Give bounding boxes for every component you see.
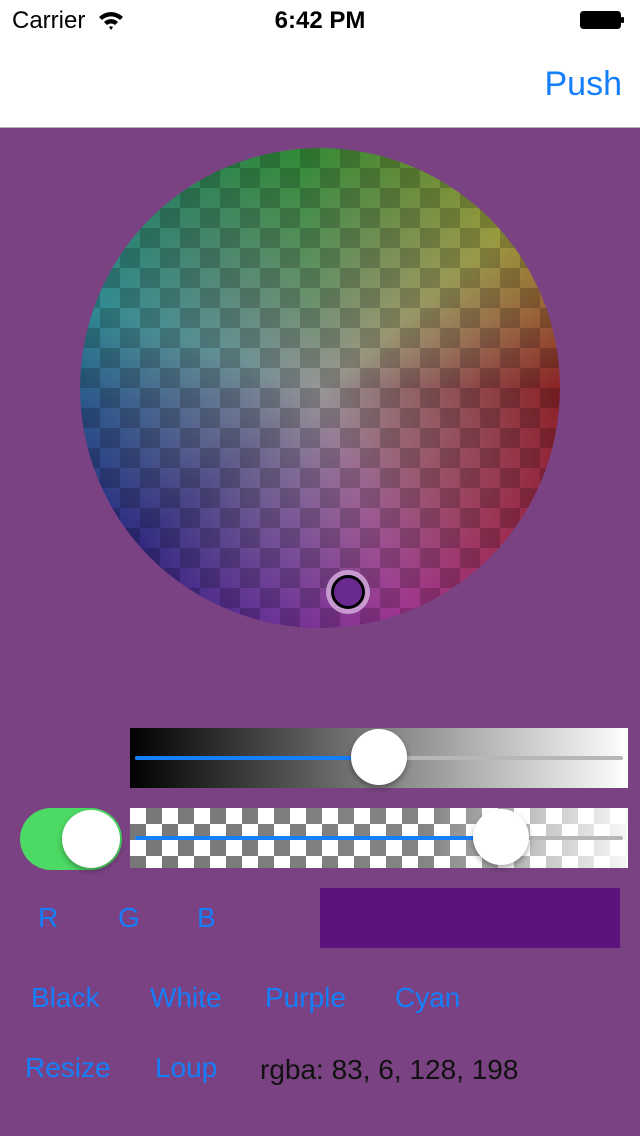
- preset-purple-button[interactable]: Purple: [265, 982, 346, 1014]
- red-channel-button[interactable]: R: [38, 902, 58, 934]
- color-swatch: [320, 888, 620, 948]
- resize-button[interactable]: Resize: [25, 1052, 111, 1084]
- battery-icon: [580, 11, 624, 29]
- green-channel-button[interactable]: G: [118, 902, 140, 934]
- toggle-knob: [62, 810, 120, 868]
- preset-cyan-button[interactable]: Cyan: [395, 982, 460, 1014]
- alpha-track-fill: [135, 836, 501, 840]
- blue-channel-button[interactable]: B: [197, 902, 216, 934]
- color-wheel[interactable]: [80, 148, 560, 628]
- status-bar: Carrier 6:42 PM: [0, 0, 640, 40]
- push-button[interactable]: Push: [545, 65, 623, 104]
- color-picker-cursor-icon[interactable]: [326, 570, 370, 614]
- loup-button[interactable]: Loup: [155, 1052, 217, 1084]
- preset-black-button[interactable]: Black: [31, 982, 99, 1014]
- brightness-slider[interactable]: [130, 728, 628, 788]
- alpha-toggle-switch[interactable]: [20, 808, 122, 870]
- transparency-checkerboard: [80, 148, 560, 628]
- brightness-slider-thumb[interactable]: [351, 729, 407, 785]
- navigation-bar: Push: [0, 40, 640, 128]
- rgba-readout: rgba: 83, 6, 128, 198: [260, 1054, 519, 1085]
- preset-white-button[interactable]: White: [150, 982, 222, 1014]
- alpha-track: [135, 836, 623, 840]
- alpha-slider-thumb[interactable]: [473, 809, 529, 865]
- clock: 6:42 PM: [274, 7, 366, 34]
- brightness-track-fill: [135, 756, 379, 760]
- alpha-slider[interactable]: [130, 808, 628, 868]
